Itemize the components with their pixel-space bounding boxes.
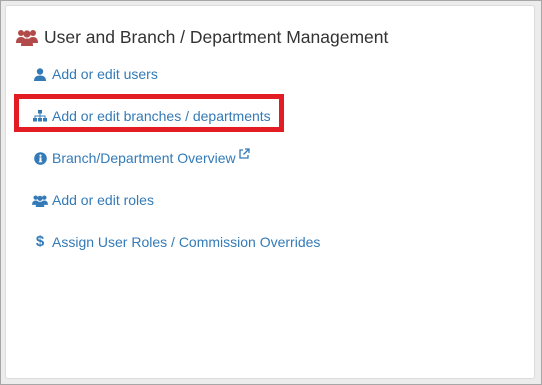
menu-item-add-edit-users[interactable]: Add or edit users — [32, 64, 158, 84]
management-panel: User and Branch / Department Management … — [5, 5, 535, 379]
menu-item-label[interactable]: Assign User Roles / Commission Overrides — [52, 234, 320, 250]
menu-item-add-edit-branches[interactable]: Add or edit branches / departments — [32, 106, 271, 126]
menu-item-branch-department-overview[interactable]: Branch/Department Overview — [32, 147, 250, 168]
window-frame: User and Branch / Department Management … — [0, 0, 542, 385]
panel-title: User and Branch / Department Management — [44, 26, 389, 47]
menu-item-label[interactable]: Add or edit branches / departments — [52, 108, 271, 124]
users-icon — [32, 193, 48, 207]
menu-item-label[interactable]: Add or edit roles — [52, 192, 154, 208]
menu-item-label[interactable]: Branch/Department Overview — [52, 150, 236, 166]
info-circle-icon — [32, 151, 48, 165]
external-link-icon — [238, 147, 250, 159]
users-icon — [16, 28, 38, 46]
menu-item-label[interactable]: Add or edit users — [52, 66, 158, 82]
dollar-icon: $ — [35, 233, 45, 250]
panel-header: User and Branch / Department Management — [16, 25, 388, 49]
user-icon — [32, 67, 48, 81]
menu-item-add-edit-roles[interactable]: Add or edit roles — [32, 190, 154, 210]
menu-item-assign-user-roles[interactable]: $ Assign User Roles / Commission Overrid… — [32, 232, 321, 252]
sitemap-icon — [32, 109, 48, 123]
